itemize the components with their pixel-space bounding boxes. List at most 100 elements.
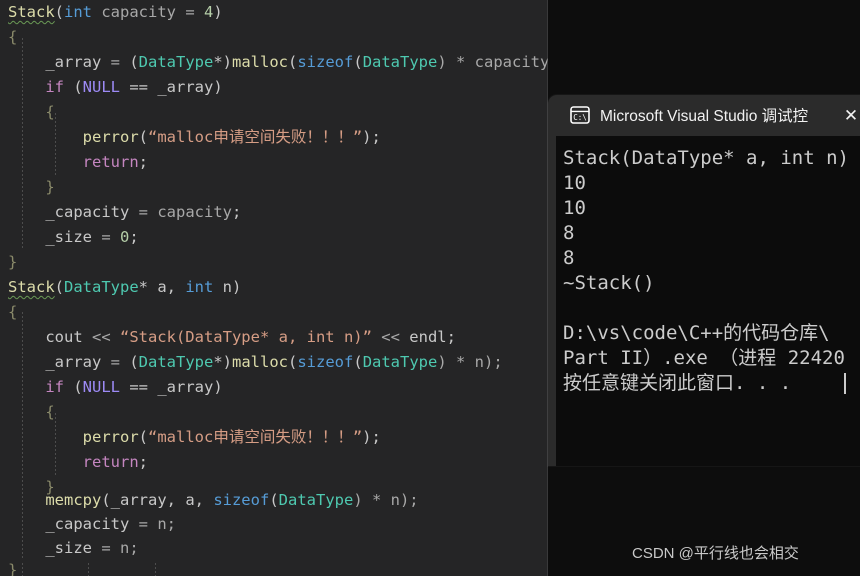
code-token: DataType <box>278 491 354 509</box>
code-token: } <box>8 178 55 196</box>
code-token: perror <box>82 428 139 446</box>
code-token: DataType <box>138 53 214 71</box>
code-token: sizeof <box>297 353 354 371</box>
code-token: int <box>64 3 93 21</box>
code-token: ; <box>129 228 139 246</box>
code-token: *) <box>213 353 232 371</box>
code-line[interactable]: } <box>0 175 548 200</box>
code-line[interactable]: _capacity = n; <box>0 512 548 537</box>
console-line: ~Stack() <box>563 272 655 294</box>
code-editor[interactable]: Stack(int capacity = 4){ _array = (DataT… <box>0 0 548 576</box>
code-token: { <box>8 403 55 421</box>
code-line[interactable]: } <box>0 250 548 275</box>
code-token: sizeof <box>213 491 270 509</box>
code-token: DataType <box>362 53 438 71</box>
code-line[interactable]: perror(“malloc申请空间失败！！！”); <box>0 425 548 450</box>
code-token: NULL <box>82 78 120 96</box>
console-line: Stack(DataType* a, int n) <box>563 147 849 169</box>
code-token: ( <box>138 428 148 446</box>
code-line[interactable]: _array = (DataType*)malloc(sizeof(DataTy… <box>0 50 548 75</box>
code-token: == _array) <box>120 378 223 396</box>
code-token: = <box>101 353 130 371</box>
code-line[interactable]: _capacity = capacity; <box>0 200 548 225</box>
code-line[interactable]: _array = (DataType*)malloc(sizeof(DataTy… <box>0 350 548 375</box>
indent-guide <box>55 413 56 475</box>
code-token: DataType <box>138 353 214 371</box>
code-line[interactable]: memcpy(_array, a, sizeof(DataType) * n); <box>0 488 548 513</box>
code-token: capacity <box>474 53 548 71</box>
code-token: NULL <box>82 378 120 396</box>
code-token: endl <box>409 328 447 346</box>
code-token: << <box>82 328 120 346</box>
console-caret <box>844 373 846 394</box>
code-token: ; <box>138 153 148 171</box>
code-token: ( <box>353 53 363 71</box>
code-token: ) * n); <box>353 491 419 509</box>
console-titlebar[interactable]: C:\ Microsoft Visual Studio 调试控 ✕ <box>548 95 860 136</box>
code-token: ; <box>446 328 456 346</box>
code-token: capacity = <box>92 3 204 21</box>
svg-text:C:\: C:\ <box>573 113 587 122</box>
code-line[interactable]: if (NULL == _array) <box>0 375 548 400</box>
indent-guide <box>22 563 23 576</box>
code-token: memcpy <box>45 491 102 509</box>
code-line[interactable]: { <box>0 300 548 325</box>
console-window[interactable]: C:\ Microsoft Visual Studio 调试控 ✕ Stack(… <box>548 95 860 466</box>
csdn-watermark: CSDN @平行线也会相交 <box>632 545 799 562</box>
code-line[interactable]: if (NULL == _array) <box>0 75 548 100</box>
code-token: “Stack(DataType* a, int n)” <box>119 328 372 346</box>
console-title-text: Microsoft Visual Studio 调试控 <box>600 108 809 125</box>
code-line[interactable]: { <box>0 400 548 425</box>
console-output-area[interactable]: Stack(DataType* a, int n) 10 10 8 8 ~Stack() D… <box>556 136 860 466</box>
code-line[interactable]: Stack(int capacity = 4) <box>0 0 548 25</box>
code-line[interactable]: return; <box>0 150 548 175</box>
code-token: ( <box>269 491 279 509</box>
code-line[interactable]: { <box>0 100 548 125</box>
console-window-icon: C:\ <box>570 106 590 124</box>
code-token: == _array) <box>120 78 223 96</box>
code-line[interactable]: perror(“malloc申请空间失败！！！”); <box>0 125 548 150</box>
code-token: Stack <box>8 278 55 296</box>
code-token: _size <box>8 539 92 557</box>
close-icon[interactable]: ✕ <box>840 105 860 127</box>
code-token: ) * n); <box>437 353 503 371</box>
code-token: “malloc申请空间失败！！！” <box>148 128 363 146</box>
code-token: malloc <box>232 53 288 71</box>
code-token: = <box>101 53 130 71</box>
code-token: ; <box>138 453 148 471</box>
indent-guide <box>155 563 156 576</box>
code-line[interactable]: { <box>0 25 548 50</box>
code-token: _capacity <box>8 515 130 533</box>
console-line: 10 <box>563 197 586 219</box>
code-token: sizeof <box>297 53 354 71</box>
code-token: ( <box>64 378 83 396</box>
code-token: ; <box>231 203 242 221</box>
code-token: ( <box>54 278 65 296</box>
code-token: capacity <box>157 203 232 221</box>
code-line[interactable]: return; <box>0 450 548 475</box>
code-token: int <box>185 278 214 296</box>
code-token: = n; <box>129 515 176 533</box>
code-line[interactable]: } <box>0 558 548 576</box>
code-token: _capacity <box>8 203 130 221</box>
code-token: << <box>371 328 410 346</box>
code-token: return <box>82 453 139 471</box>
code-token: ( <box>129 53 139 71</box>
code-token: = <box>92 228 120 246</box>
code-line[interactable]: _size = 0; <box>0 225 548 250</box>
console-line: 8 <box>563 247 575 269</box>
code-token: 4 <box>204 3 214 21</box>
indent-guide <box>22 312 23 558</box>
code-line[interactable]: Stack(DataType* a, int n) <box>0 275 548 300</box>
indent-guide <box>88 563 89 576</box>
code-token: * a, <box>138 278 186 296</box>
code-line[interactable]: cout << “Stack(DataType* a, int n)” << e… <box>0 325 548 350</box>
code-token: Stack <box>8 3 55 21</box>
code-token: ); <box>362 128 381 146</box>
code-token: { <box>8 103 55 121</box>
code-token: ( <box>129 353 139 371</box>
